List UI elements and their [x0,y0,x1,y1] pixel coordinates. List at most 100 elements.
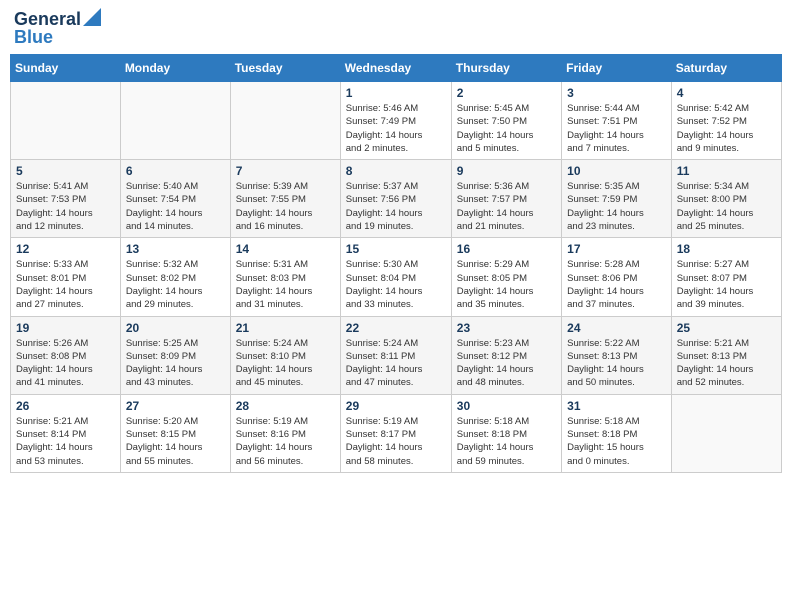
calendar-cell: 4Sunrise: 5:42 AMSunset: 7:52 PMDaylight… [671,82,781,160]
cell-info: Sunrise: 5:40 AMSunset: 7:54 PMDaylight:… [126,180,225,233]
calendar-cell [120,82,230,160]
day-header-saturday: Saturday [671,55,781,82]
day-header-monday: Monday [120,55,230,82]
cell-info: Sunrise: 5:29 AMSunset: 8:05 PMDaylight:… [457,258,556,311]
day-number: 2 [457,86,556,100]
day-number: 26 [16,399,115,413]
cell-info: Sunrise: 5:20 AMSunset: 8:15 PMDaylight:… [126,415,225,468]
cell-info: Sunrise: 5:28 AMSunset: 8:06 PMDaylight:… [567,258,666,311]
cell-info: Sunrise: 5:35 AMSunset: 7:59 PMDaylight:… [567,180,666,233]
calendar-cell: 12Sunrise: 5:33 AMSunset: 8:01 PMDayligh… [11,238,121,316]
calendar-cell: 19 Sunrise: 5:26 AMSunset: 8:08 PMDayligh… [11,316,121,394]
calendar-table: SundayMondayTuesdayWednesdayThursdayFrid… [10,54,782,473]
day-number: 7 [236,164,335,178]
day-number: 6 [126,164,225,178]
calendar-cell: 1 Sunrise: 5:46 AMSunset: 7:49 PMDaylight… [340,82,451,160]
calendar-cell: 26Sunrise: 5:21 AMSunset: 8:14 PMDayligh… [11,394,121,472]
day-number: 24 [567,321,666,335]
day-number: 10 [567,164,666,178]
cell-info: Sunrise: 5:36 AMSunset: 7:57 PMDaylight:… [457,180,556,233]
calendar-cell: 20Sunrise: 5:25 AMSunset: 8:09 PMDayligh… [120,316,230,394]
day-header-sunday: Sunday [11,55,121,82]
days-of-week-row: SundayMondayTuesdayWednesdayThursdayFrid… [11,55,782,82]
day-number: 12 [16,242,115,256]
day-number: 5 [16,164,115,178]
day-header-tuesday: Tuesday [230,55,340,82]
cell-info: Sunrise: 5:19 AMSunset: 8:17 PMDaylight:… [346,415,446,468]
cell-info: Sunrise: 5:42 AMSunset: 7:52 PMDaylight:… [677,102,776,155]
calendar-cell: 5Sunrise: 5:41 AMSunset: 7:53 PMDaylight… [11,160,121,238]
day-number: 22 [346,321,446,335]
calendar-cell: 7 Sunrise: 5:39 AMSunset: 7:55 PMDaylight… [230,160,340,238]
calendar-cell: 24 Sunrise: 5:22 AMSunset: 8:13 PMDayligh… [562,316,672,394]
calendar-cell: 31 Sunrise: 5:18 AMSunset: 8:18 PMDayligh… [562,394,672,472]
calendar-week-1: 1 Sunrise: 5:46 AMSunset: 7:49 PMDaylight… [11,82,782,160]
calendar-cell: 3Sunrise: 5:44 AMSunset: 7:51 PMDaylight… [562,82,672,160]
calendar-cell: 9 Sunrise: 5:36 AMSunset: 7:57 PMDaylight… [451,160,561,238]
day-header-thursday: Thursday [451,55,561,82]
day-number: 11 [677,164,776,178]
logo: General Blue [14,10,101,46]
cell-info: Sunrise: 5:21 AMSunset: 8:13 PMDaylight:… [677,337,776,390]
day-number: 23 [457,321,556,335]
cell-info: Sunrise: 5:37 AMSunset: 7:56 PMDaylight:… [346,180,446,233]
day-number: 1 [346,86,446,100]
cell-info: Sunrise: 5:32 AMSunset: 8:02 PMDaylight:… [126,258,225,311]
day-header-wednesday: Wednesday [340,55,451,82]
calendar-cell: 30 Sunrise: 5:18 AMSunset: 8:18 PMDayligh… [451,394,561,472]
cell-info: Sunrise: 5:26 AMSunset: 8:08 PMDaylight:… [16,337,115,390]
cell-info: Sunrise: 5:45 AMSunset: 7:50 PMDaylight:… [457,102,556,155]
calendar-cell: 28 Sunrise: 5:19 AMSunset: 8:16 PMDayligh… [230,394,340,472]
cell-info: Sunrise: 5:27 AMSunset: 8:07 PMDaylight:… [677,258,776,311]
calendar-cell: 17 Sunrise: 5:28 AMSunset: 8:06 PMDayligh… [562,238,672,316]
cell-info: Sunrise: 5:30 AMSunset: 8:04 PMDaylight:… [346,258,446,311]
calendar-cell: 6 Sunrise: 5:40 AMSunset: 7:54 PMDaylight… [120,160,230,238]
calendar-cell: 29Sunrise: 5:19 AMSunset: 8:17 PMDayligh… [340,394,451,472]
calendar-cell: 18 Sunrise: 5:27 AMSunset: 8:07 PMDayligh… [671,238,781,316]
cell-info: Sunrise: 5:24 AMSunset: 8:11 PMDaylight:… [346,337,446,390]
page-header: General Blue [10,10,782,46]
calendar-cell: 16Sunrise: 5:29 AMSunset: 8:05 PMDayligh… [451,238,561,316]
day-number: 17 [567,242,666,256]
day-number: 31 [567,399,666,413]
cell-info: Sunrise: 5:23 AMSunset: 8:12 PMDaylight:… [457,337,556,390]
cell-info: Sunrise: 5:18 AMSunset: 8:18 PMDaylight:… [567,415,666,468]
day-number: 9 [457,164,556,178]
logo-general-text: General [14,10,81,28]
calendar-week-4: 19 Sunrise: 5:26 AMSunset: 8:08 PMDayligh… [11,316,782,394]
cell-info: Sunrise: 5:34 AMSunset: 8:00 PMDaylight:… [677,180,776,233]
day-number: 18 [677,242,776,256]
day-number: 15 [346,242,446,256]
calendar-week-2: 5Sunrise: 5:41 AMSunset: 7:53 PMDaylight… [11,160,782,238]
day-number: 27 [126,399,225,413]
calendar-body: 1 Sunrise: 5:46 AMSunset: 7:49 PMDaylight… [11,82,782,473]
cell-info: Sunrise: 5:25 AMSunset: 8:09 PMDaylight:… [126,337,225,390]
logo-triangle-icon [83,8,101,26]
cell-info: Sunrise: 5:46 AMSunset: 7:49 PMDaylight:… [346,102,446,155]
calendar-cell: 14Sunrise: 5:31 AMSunset: 8:03 PMDayligh… [230,238,340,316]
day-number: 28 [236,399,335,413]
cell-info: Sunrise: 5:19 AMSunset: 8:16 PMDaylight:… [236,415,335,468]
cell-info: Sunrise: 5:39 AMSunset: 7:55 PMDaylight:… [236,180,335,233]
calendar-cell: 15 Sunrise: 5:30 AMSunset: 8:04 PMDayligh… [340,238,451,316]
day-number: 19 [16,321,115,335]
calendar-cell [230,82,340,160]
day-number: 30 [457,399,556,413]
cell-info: Sunrise: 5:22 AMSunset: 8:13 PMDaylight:… [567,337,666,390]
calendar-cell: 23 Sunrise: 5:23 AMSunset: 8:12 PMDayligh… [451,316,561,394]
day-number: 3 [567,86,666,100]
cell-info: Sunrise: 5:18 AMSunset: 8:18 PMDaylight:… [457,415,556,468]
calendar-cell: 25Sunrise: 5:21 AMSunset: 8:13 PMDayligh… [671,316,781,394]
cell-info: Sunrise: 5:31 AMSunset: 8:03 PMDaylight:… [236,258,335,311]
calendar-cell: 2 Sunrise: 5:45 AMSunset: 7:50 PMDaylight… [451,82,561,160]
calendar-cell [11,82,121,160]
logo-blue-text: Blue [14,28,53,46]
day-header-friday: Friday [562,55,672,82]
calendar-cell: 11 Sunrise: 5:34 AMSunset: 8:00 PMDayligh… [671,160,781,238]
calendar-cell: 21Sunrise: 5:24 AMSunset: 8:10 PMDayligh… [230,316,340,394]
calendar-cell: 27 Sunrise: 5:20 AMSunset: 8:15 PMDayligh… [120,394,230,472]
calendar-week-5: 26Sunrise: 5:21 AMSunset: 8:14 PMDayligh… [11,394,782,472]
calendar-cell [671,394,781,472]
calendar-cell: 8Sunrise: 5:37 AMSunset: 7:56 PMDaylight… [340,160,451,238]
cell-info: Sunrise: 5:24 AMSunset: 8:10 PMDaylight:… [236,337,335,390]
